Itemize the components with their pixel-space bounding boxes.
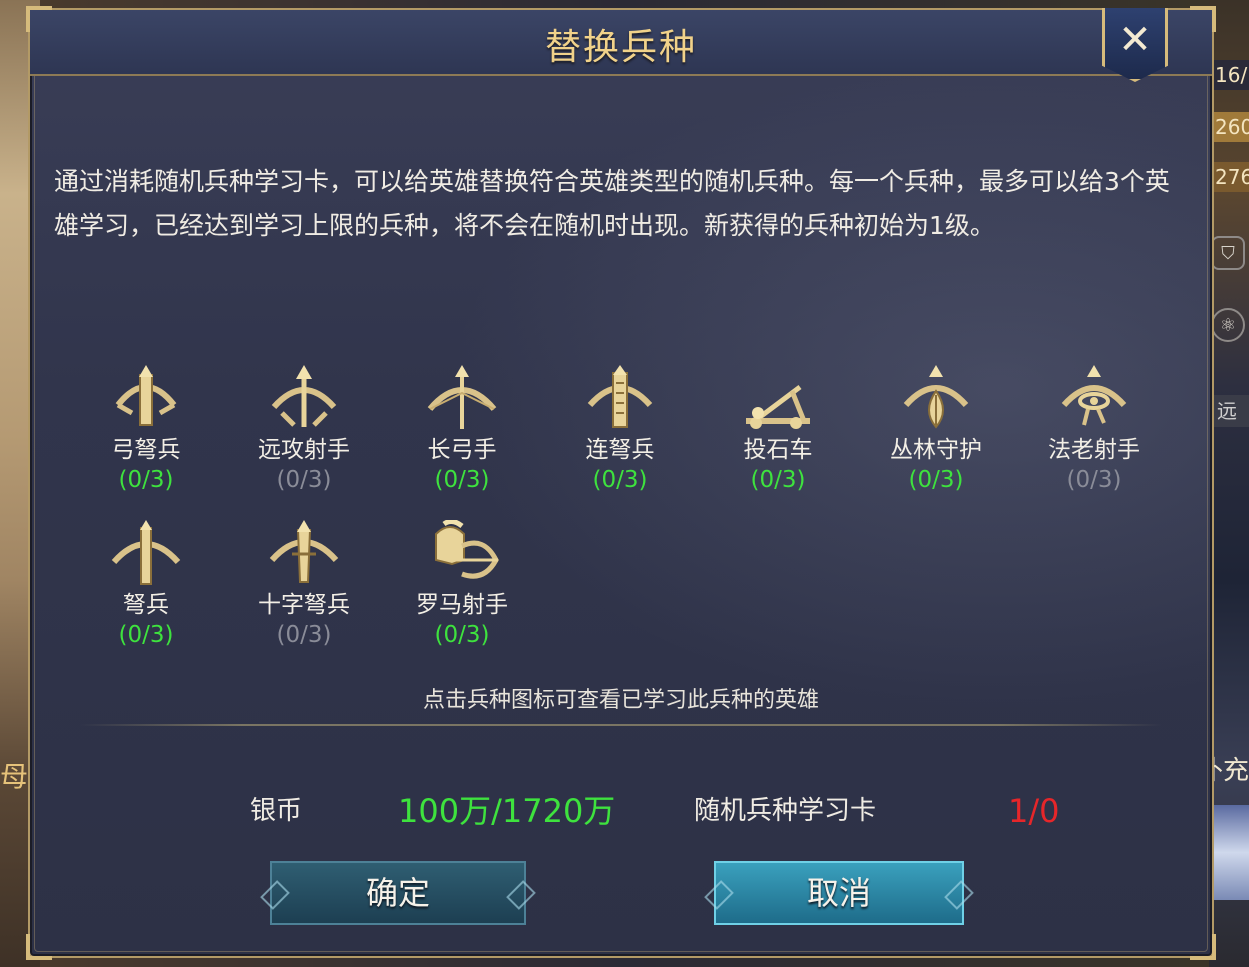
unit-item[interactable]: 弩兵 (0/3) <box>71 520 221 650</box>
dialog-description: 通过消耗随机兵种学习卡，可以给英雄替换符合英雄类型的随机兵种。每一个兵种，最多可… <box>54 167 1170 240</box>
unit-count: (0/3) <box>1066 467 1122 493</box>
unit-count: (0/3) <box>434 467 490 493</box>
unit-count: (0/3) <box>118 467 174 493</box>
unit-count: (0/3) <box>592 467 648 493</box>
cancel-button-label: 取消 <box>806 874 871 912</box>
confirm-button[interactable]: 确定 <box>260 861 536 925</box>
unit-name: 法老射手 <box>1048 437 1140 463</box>
frame-corner <box>1190 934 1216 960</box>
shield-icon: ⛉ <box>1211 236 1245 270</box>
bow-arrow-icon <box>271 365 337 427</box>
button-notch <box>704 880 734 910</box>
unit-name: 连弩兵 <box>585 437 655 463</box>
forest-guard-icon <box>903 365 969 429</box>
unit-name: 投石车 <box>743 437 813 463</box>
unit-name: 丛林守护 <box>890 437 982 463</box>
unit-item[interactable]: 长弓手 (0/3) <box>387 365 537 495</box>
longbow-icon <box>427 365 497 429</box>
cancel-button[interactable]: 取消 <box>704 861 974 925</box>
unit-name: 长弓手 <box>427 437 497 463</box>
unit-item[interactable]: 丛林守护 (0/3) <box>861 365 1011 495</box>
unit-count: (0/3) <box>276 622 332 648</box>
button-notch <box>506 880 536 910</box>
unit-count: (0/3) <box>908 467 964 493</box>
unit-item[interactable]: 十字弩兵 (0/3) <box>229 520 379 650</box>
replace-unit-dialog: 替换兵种 ✕ 通过消耗随机兵种学习卡，可以给英雄替换符合英雄类型的随机兵种。每一… <box>26 6 1216 960</box>
unit-item[interactable]: 罗马射手 (0/3) <box>387 520 537 650</box>
unit-name: 弓弩兵 <box>111 437 181 463</box>
background-side-tag: 远 <box>1211 395 1249 427</box>
unit-item[interactable]: 连弩兵 (0/3) <box>545 365 695 495</box>
frame-corner <box>26 934 52 960</box>
unit-item[interactable]: 法老射手 (0/3) <box>1019 365 1169 495</box>
unit-hint-text: 点击兵种图标可查看已学习此兵种的英雄 <box>422 688 819 713</box>
close-icon: ✕ <box>1118 17 1152 63</box>
unit-count: (0/3) <box>118 622 174 648</box>
card-label: 随机兵种学习卡 <box>694 796 877 826</box>
unit-item[interactable]: 投石车 (0/3) <box>703 365 853 495</box>
button-notch <box>944 880 974 910</box>
card-value: 1/0 <box>1008 792 1060 830</box>
unit-name: 弩兵 <box>123 592 169 618</box>
unit-name: 远攻射手 <box>258 437 350 463</box>
cost-row: 银币 100万/1720万 随机兵种学习卡 1/0 <box>30 786 1212 836</box>
catapult-icon <box>746 385 810 429</box>
unit-count: (0/3) <box>750 467 806 493</box>
button-notch <box>260 880 290 910</box>
dialog-title-bar: 替换兵种 <box>30 10 1212 76</box>
divider <box>80 724 1162 726</box>
unit-count: (0/3) <box>276 467 332 493</box>
unit-name: 十字弩兵 <box>258 592 350 618</box>
silver-label: 银币 <box>250 796 303 826</box>
unit-item[interactable]: 远攻射手 (0/3) <box>229 365 379 495</box>
silver-value: 100万/1720万 <box>398 792 616 830</box>
pharaoh-archer-icon <box>1061 365 1127 426</box>
arbalest-icon <box>111 520 181 585</box>
unit-count: (0/3) <box>434 622 490 648</box>
background-window-pane <box>1211 805 1249 900</box>
confirm-button-label: 确定 <box>365 874 430 912</box>
roman-archer-icon <box>435 520 499 579</box>
cross-crossbow-icon <box>269 520 339 583</box>
resource-badge: 276 <box>1211 162 1249 192</box>
unit-name: 罗马射手 <box>416 592 508 618</box>
resource-badge: 260 <box>1211 112 1249 142</box>
dialog-title: 替换兵种 <box>544 27 697 68</box>
atom-icon: ⚛ <box>1211 308 1245 342</box>
background-left-text: 母 <box>0 760 29 793</box>
unit-item[interactable]: 弓弩兵 (0/3) <box>71 365 221 495</box>
resource-badge: 16/ <box>1211 60 1249 90</box>
crossbow-icon <box>115 365 177 426</box>
repeating-crossbow-icon <box>587 365 653 428</box>
